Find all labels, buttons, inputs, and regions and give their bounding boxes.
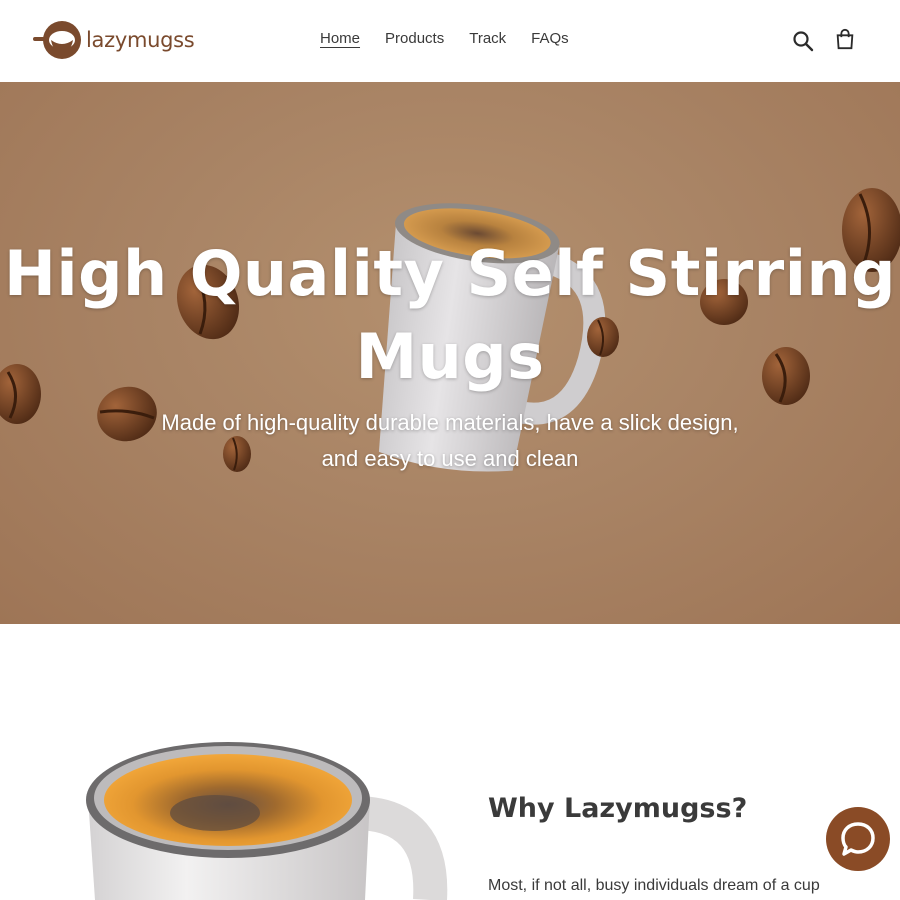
- nav-track[interactable]: Track: [469, 30, 506, 47]
- section-heading: Why Lazymugss?: [488, 793, 748, 824]
- cart-icon[interactable]: [834, 28, 856, 50]
- hero-subtitle: Made of high-quality durable materials, …: [161, 410, 739, 471]
- hero-banner: High Quality Self Stirring Mugs Made of …: [0, 82, 900, 624]
- chat-icon: [841, 822, 875, 856]
- nav-faqs[interactable]: FAQs: [531, 30, 569, 47]
- logo[interactable]: lazymugss: [33, 18, 195, 62]
- chat-button[interactable]: [826, 807, 890, 871]
- section-text: Most, if not all, busy individuals dream…: [488, 877, 820, 894]
- feature-mug-image: [86, 742, 448, 900]
- logo-text: lazymugss: [86, 28, 195, 52]
- search-icon[interactable]: [792, 30, 814, 52]
- hero-title: High Quality Self Stirring Mugs: [3, 237, 897, 393]
- nav-products[interactable]: Products: [385, 30, 444, 47]
- logo-mug-icon: [33, 21, 81, 59]
- site-header: lazymugss Home Products Track FAQs: [0, 0, 900, 82]
- main-nav: Home Products Track FAQs: [320, 30, 594, 47]
- nav-home[interactable]: Home: [320, 30, 360, 47]
